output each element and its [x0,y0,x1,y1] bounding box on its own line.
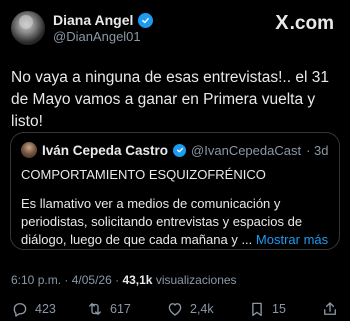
quoted-tweet-headline: COMPORTAMIENTO ESQUIZOFRÉNICO [21,167,266,182]
tweet-meta: 6:10 p.m. · 4/05/26 · 43,1k visualizacio… [11,273,237,287]
author-display-name[interactable]: Diana Angel [53,12,133,28]
quoted-tweet-header: Iván Cepeda Castro @IvanCepedaCast · 3d [21,142,329,158]
bookmark-count: 15 [272,302,286,316]
reply-count: 423 [35,302,56,316]
x-logo-icon: X [275,12,288,34]
tweet-time[interactable]: 6:10 p.m. [11,273,61,287]
meta-separator-2: · [115,273,120,287]
meta-separator: · [64,273,69,287]
author-name-row: Diana Angel [53,12,154,28]
reply-button[interactable]: 423 [11,300,56,318]
author-avatar[interactable] [11,11,45,45]
x-logo-text: .com [289,12,334,34]
tweet-text: No vaya a ninguna de esas entrevistas!..… [11,69,329,130]
bookmark-icon [252,302,262,317]
show-more-link[interactable]: Mostrar más [256,232,328,247]
quoted-tweet-body: Es llamativo ver a medios de comunicació… [21,195,329,249]
repost-icon [89,303,101,315]
like-count: 2,4k [190,302,214,316]
author-handle[interactable]: @DianAngel01 [53,29,141,44]
share-icon [324,302,336,315]
tweet-date[interactable]: 4/05/26 [72,273,112,287]
like-button[interactable]: 2,4k [166,300,214,318]
quoted-tweet-time: · 3d [306,142,329,158]
quoted-author-name: Iván Cepeda Castro [42,142,169,158]
heart-icon [168,303,182,316]
quoted-verified-badge-icon [173,143,187,157]
tweet-actions-bar: 423 617 2,4k 15 [0,300,350,321]
x-logo: X .com [275,12,334,35]
bookmark-button[interactable]: 15 [248,300,286,318]
quoted-tweet-card[interactable]: Iván Cepeda Castro @IvanCepedaCast · 3d … [10,132,340,250]
quoted-author-handle: @IvanCepedaCast [191,142,302,158]
views-count: 43,1k [122,273,153,287]
verified-badge-icon [138,12,154,28]
repost-button[interactable]: 617 [86,300,131,318]
reply-icon [13,303,27,317]
tweet-header: Diana Angel @DianAngel01 X .com [0,0,350,52]
share-button[interactable] [321,300,339,318]
repost-count: 617 [110,302,131,316]
views-label: visualizaciones [155,273,237,287]
quoted-author-avatar [21,142,37,158]
